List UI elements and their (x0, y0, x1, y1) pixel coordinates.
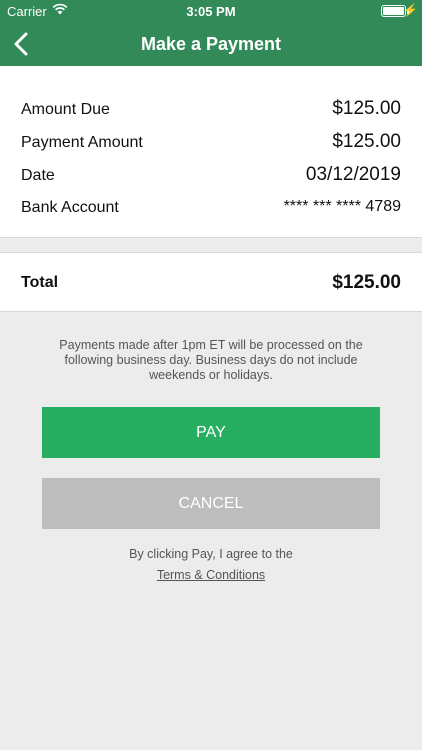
page-title: Make a Payment (140, 34, 282, 54)
terms-link[interactable]: Terms & Conditions (157, 568, 265, 582)
total-label: Total (21, 274, 59, 291)
bank-account-label: Bank Account (21, 199, 119, 216)
payment-amount-row: Payment Amount $125.00 (21, 128, 401, 158)
header: Carrier 3:05 PM ⚡ Make a Payment (0, 0, 422, 66)
total-row: Total $125.00 (0, 252, 422, 312)
cancel-button[interactable]: CANCEL (42, 478, 380, 529)
date-value: 03/12/2019 (305, 164, 401, 185)
status-time: 3:05 PM (186, 4, 236, 19)
agreement-text: By clicking Pay, I agree to the (129, 547, 293, 561)
date-label: Date (21, 167, 55, 184)
charging-bolt-icon: ⚡ (403, 3, 418, 17)
status-bar: Carrier 3:05 PM ⚡ (0, 0, 422, 22)
amount-due-label: Amount Due (21, 101, 110, 118)
bank-account-row: Bank Account **** *** **** 4789 (21, 193, 401, 223)
terms-container: Terms & Conditions (0, 568, 422, 582)
total-value: $125.00 (332, 272, 401, 293)
pay-button[interactable]: PAY (42, 407, 380, 458)
payment-details-card: Amount Due $125.00 Payment Amount $125.0… (0, 66, 422, 238)
amount-due-value: $125.00 (332, 98, 401, 119)
payment-amount-value: $125.00 (332, 131, 401, 152)
payment-amount-label: Payment Amount (21, 134, 143, 151)
bank-account-value: **** *** **** 4789 (283, 198, 401, 215)
navigation-bar: Make a Payment (0, 22, 422, 66)
date-row: Date 03/12/2019 (21, 161, 401, 191)
processing-notice: Payments made after 1pm ET will be proce… (59, 338, 363, 382)
amount-due-row: Amount Due $125.00 (21, 95, 401, 125)
